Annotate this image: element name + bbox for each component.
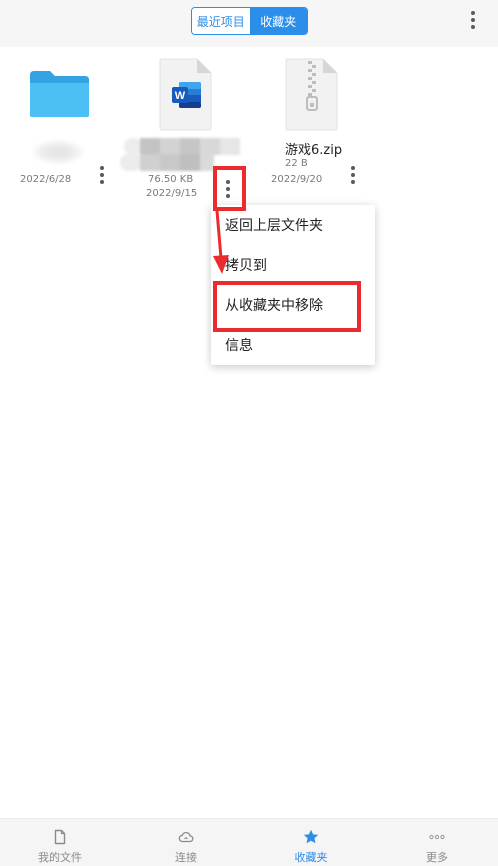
nav-label: 更多 — [426, 851, 448, 864]
more-vertical-icon[interactable] — [348, 166, 358, 184]
star-icon — [303, 829, 319, 844]
file-date: 2022/6/28 — [20, 174, 72, 185]
nav-favorites[interactable]: 收藏夹 — [271, 819, 351, 866]
more-vertical-icon[interactable] — [468, 11, 478, 29]
nav-label: 我的文件 — [38, 851, 82, 864]
menu-item-copy-to[interactable]: 拷贝到 — [211, 245, 375, 285]
view-switcher: 最近项目 收藏夹 — [191, 7, 308, 35]
nav-label: 连接 — [175, 851, 197, 864]
folder-icon[interactable] — [28, 68, 92, 124]
annotation-arrow — [213, 210, 229, 274]
context-menu: 返回上层文件夹 拷贝到 从收藏夹中移除 信息 — [211, 205, 375, 365]
top-bar: 最近项目 收藏夹 — [0, 0, 498, 47]
zip-archive-icon[interactable] — [284, 57, 340, 136]
tab-favorites[interactable]: 收藏夹 — [249, 8, 307, 34]
file-date: 2022/9/20 — [271, 174, 323, 185]
cloud-icon — [178, 832, 194, 843]
favorites-screen: 最近项目 收藏夹 2022/6/28 W 76.50 KB 2022/9/15 … — [0, 0, 498, 866]
file-size: 22 B — [285, 158, 308, 169]
more-horizontal-icon — [429, 834, 445, 840]
nav-connect[interactable]: 连接 — [146, 819, 226, 866]
menu-item-remove-from-favorites[interactable]: 从收藏夹中移除 — [211, 285, 375, 325]
nav-label: 收藏夹 — [294, 851, 328, 864]
svg-text:W: W — [175, 90, 186, 102]
menu-item-info[interactable]: 信息 — [211, 325, 375, 365]
word-document-icon[interactable]: W — [158, 57, 214, 136]
tab-recent[interactable]: 最近项目 — [192, 8, 250, 34]
file-name: 游戏6.zip — [285, 143, 343, 158]
more-vertical-icon[interactable] — [223, 180, 233, 198]
more-vertical-icon[interactable] — [97, 166, 107, 184]
nav-more[interactable]: 更多 — [397, 819, 477, 866]
nav-my-files[interactable]: 我的文件 — [20, 819, 100, 866]
redacted-name — [118, 136, 242, 172]
file-date: 2022/9/15 — [146, 188, 198, 199]
bottom-navigation: 我的文件 连接 收藏夹 更多 — [0, 818, 498, 866]
document-icon — [54, 829, 66, 845]
menu-item-go-to-parent-folder[interactable]: 返回上层文件夹 — [211, 205, 375, 245]
redacted-name — [32, 140, 84, 164]
file-size: 76.50 KB — [148, 174, 194, 185]
